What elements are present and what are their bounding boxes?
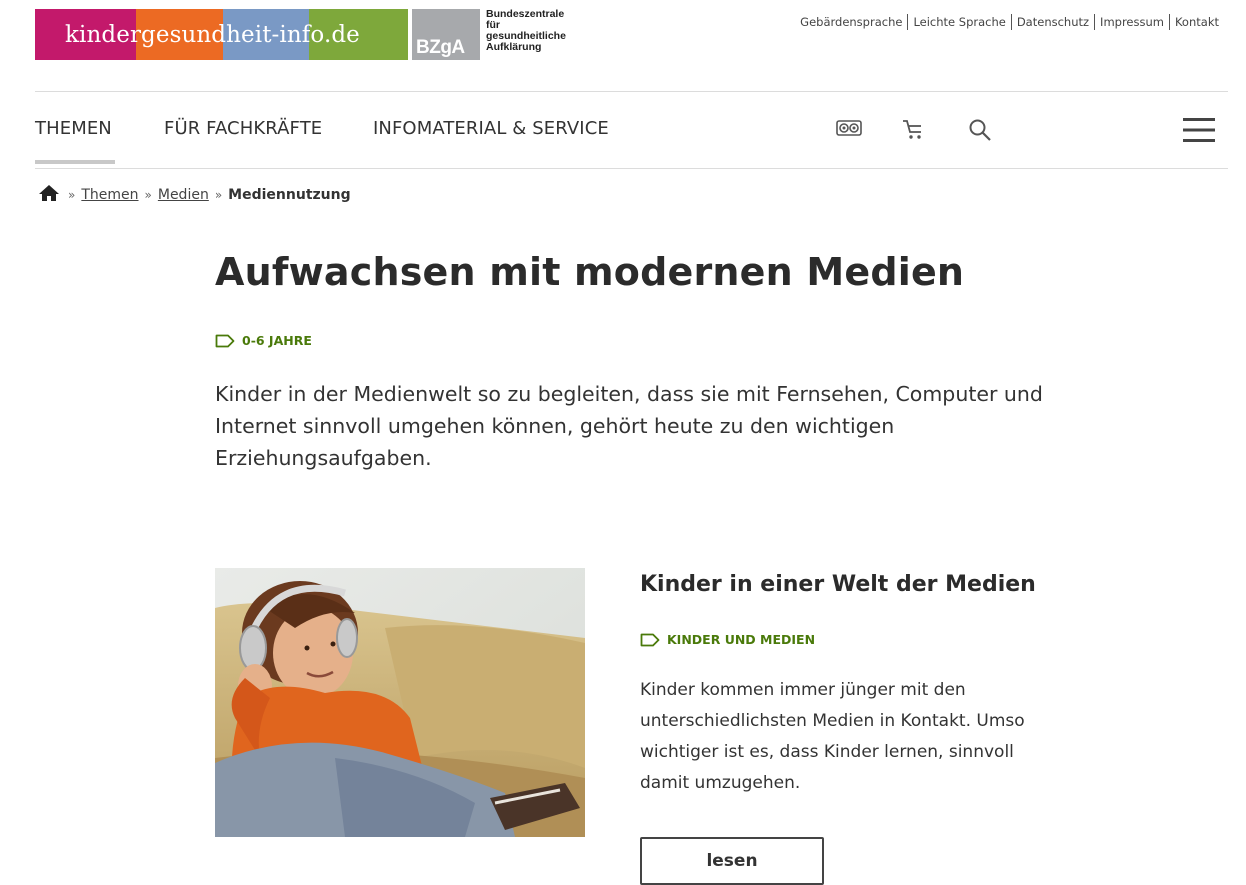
breadcrumb-link-medien[interactable]: Medien	[158, 187, 209, 203]
breadcrumb: » Themen » Medien » Mediennutzung	[38, 184, 351, 206]
site-logo[interactable]: kindergesundheit-info.de	[35, 9, 408, 60]
tag-icon	[215, 334, 235, 347]
link-kontakt[interactable]: Kontakt	[1168, 14, 1224, 30]
breadcrumb-separator: »	[144, 188, 152, 202]
age-tag-label: 0-6 JAHRE	[242, 333, 312, 348]
home-icon[interactable]	[38, 184, 60, 206]
topic-tag-label: KINDER UND MEDIEN	[667, 632, 816, 647]
logo-text: kindergesundheit-info.de	[65, 21, 360, 48]
nav-item-infomaterial[interactable]: INFOMATERIAL & SERVICE	[373, 118, 609, 139]
link-leichte-sprache[interactable]: Leichte Sprache	[907, 14, 1010, 30]
breadcrumb-separator: »	[68, 188, 76, 202]
child-headphones-photo[interactable]	[215, 568, 585, 837]
breadcrumb-link-themen[interactable]: Themen	[81, 187, 138, 203]
tag-icon	[640, 633, 660, 646]
nav-item-themen[interactable]: THEMEN	[35, 118, 112, 139]
service-links: Gebärdensprache Leichte Sprache Datensch…	[795, 14, 1224, 30]
bzga-logo[interactable]: BZgA	[412, 9, 480, 60]
cart-icon[interactable]	[901, 117, 925, 145]
nav-active-indicator	[35, 160, 115, 164]
breadcrumb-current: Mediennutzung	[228, 187, 351, 203]
bzga-name-line: Aufklärung	[486, 41, 542, 53]
header-divider	[35, 91, 1228, 92]
breadcrumb-separator: »	[214, 188, 223, 202]
link-gebaerdensprache[interactable]: Gebärdensprache	[795, 14, 907, 30]
nav-divider	[35, 168, 1228, 169]
link-impressum[interactable]: Impressum	[1094, 14, 1169, 30]
bzga-name: Bundeszentrale für gesundheitliche Aufkl…	[486, 9, 606, 53]
search-icon[interactable]	[968, 118, 992, 146]
read-button[interactable]: lesen	[640, 837, 824, 885]
glasses-icon[interactable]	[836, 118, 862, 142]
teaser-title[interactable]: Kinder in einer Welt der Medien	[640, 572, 1036, 597]
teaser-text: Kinder kommen immer jünger mit den unter…	[640, 680, 1025, 793]
link-datenschutz[interactable]: Datenschutz	[1010, 14, 1094, 30]
bzga-name-line: Bundeszentrale	[486, 8, 565, 20]
age-tag[interactable]: 0-6 JAHRE	[215, 333, 312, 348]
menu-icon[interactable]	[1183, 116, 1215, 148]
topic-tag[interactable]: KINDER UND MEDIEN	[640, 632, 815, 647]
page-title: Aufwachsen mit modernen Medien	[215, 250, 965, 294]
lead-text: Kinder in der Medienwelt so zu begleiten…	[215, 382, 1043, 470]
bzga-abbrev: BZgA	[416, 37, 465, 58]
nav-item-fachkraefte[interactable]: FÜR FACHKRÄFTE	[164, 118, 322, 139]
